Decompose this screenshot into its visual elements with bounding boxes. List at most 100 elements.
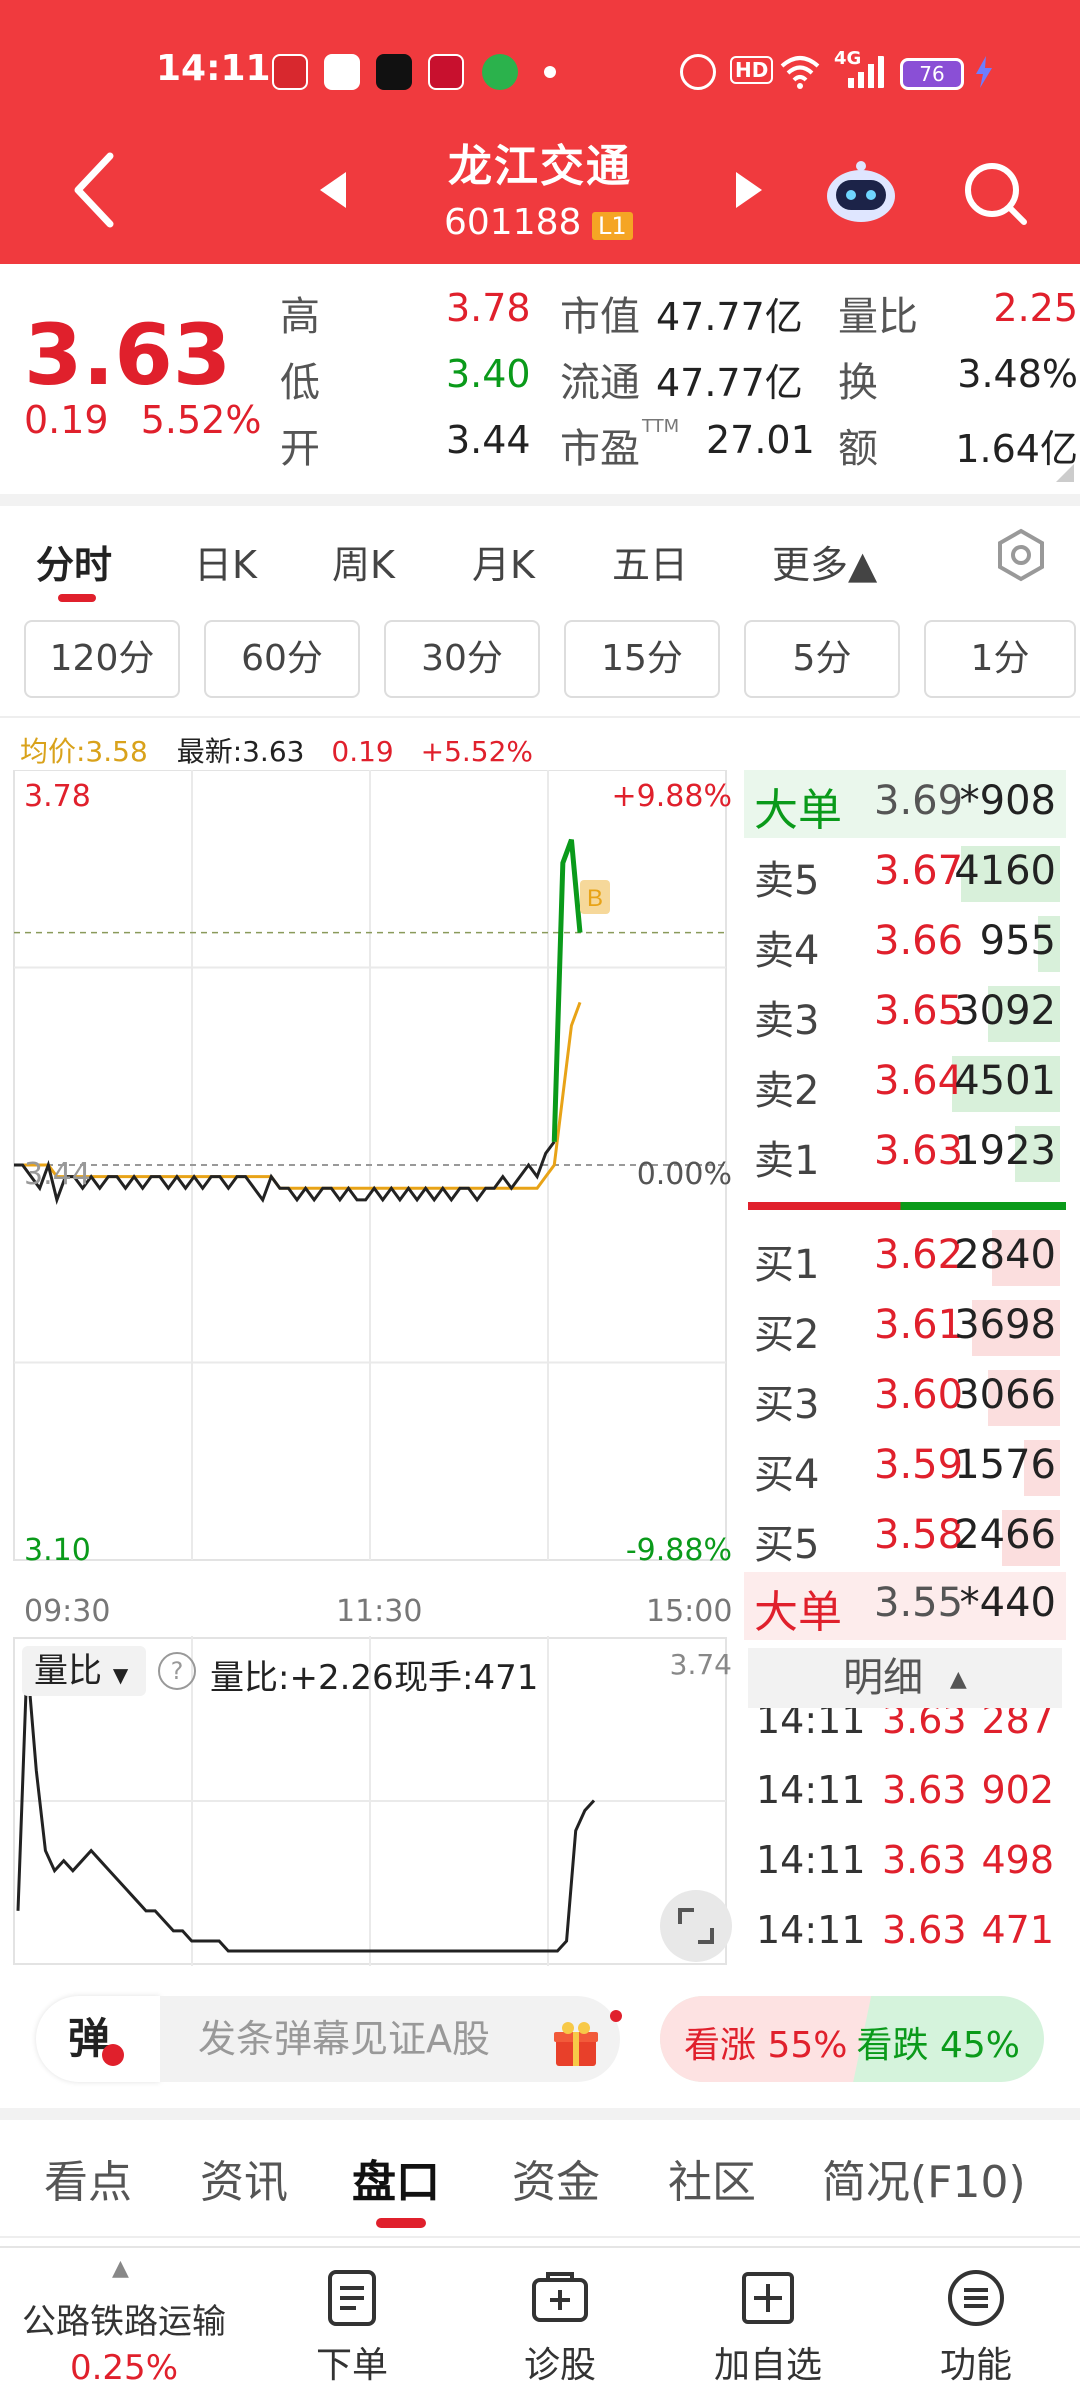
volume-selector[interactable]: 量比 ▼ <box>22 1646 146 1696</box>
price-line <box>14 1140 556 1205</box>
high-label: 高 <box>280 294 320 340</box>
order-level-row[interactable]: 买3 3.60 3066 <box>744 1364 1066 1432</box>
functions-button[interactable]: 功能 <box>916 2268 1036 2388</box>
x-label-close: 15:00 <box>646 1594 733 1629</box>
tab-highlights[interactable]: 看点 <box>44 2146 132 2210</box>
big-order-vol: *440 <box>959 1580 1056 1626</box>
order-level-label: 卖1 <box>754 1138 820 1184</box>
sector-info[interactable]: ▲ 公路铁路运输 0.25% <box>0 2248 248 2400</box>
app-notification-icon <box>272 54 308 90</box>
trade-row: 14:11 3.63 287 <box>744 1708 1066 1758</box>
order-label: 下单 <box>315 2345 388 2386</box>
interval-15m-button[interactable]: 15分 <box>564 620 720 698</box>
volume-y-max-label: 3.74 <box>670 1648 732 1681</box>
float-label: 流通 <box>560 360 640 406</box>
volume-selector-label: 量比 <box>34 1651 102 1691</box>
order-level-price: 3.62 <box>874 1232 964 1278</box>
y-min-label: 3.10 <box>24 1533 91 1568</box>
trade-volume: 287 <box>981 1708 1054 1742</box>
help-icon[interactable]: ? <box>158 1652 196 1690</box>
tab-community[interactable]: 社区 <box>668 2146 756 2210</box>
order-level-row[interactable]: 卖4 3.66 955 <box>744 910 1066 978</box>
divider <box>0 2108 1080 2120</box>
time-axis: 09:30 11:30 15:00 <box>0 1592 740 1636</box>
interval-1m-button[interactable]: 1分 <box>924 620 1076 698</box>
chart-change: 0.19 <box>331 735 394 768</box>
order-level-row[interactable]: 卖2 3.64 4501 <box>744 1050 1066 1118</box>
danmu-toggle[interactable]: 弹 <box>36 1996 160 2082</box>
big-order-top[interactable]: 大单 3.69 *908 <box>744 770 1066 838</box>
volratio-value: 2.25 <box>993 286 1078 330</box>
interval-5m-button[interactable]: 5分 <box>744 620 900 698</box>
bull-label[interactable]: 看涨 55% <box>684 2016 847 2068</box>
trade-row: 14:11 3.63 471 <box>744 1898 1066 1968</box>
tab-intraday[interactable]: 分时 <box>36 534 112 589</box>
low-value: 3.40 <box>446 352 531 396</box>
interval-30m-button[interactable]: 30分 <box>384 620 540 698</box>
order-level-price: 3.65 <box>874 988 964 1034</box>
next-stock-button[interactable] <box>734 170 764 210</box>
price-change-value: 0.19 <box>24 398 109 442</box>
order-button[interactable]: 下单 <box>292 2268 412 2388</box>
trade-row: 14:11 3.63 902 <box>744 1758 1066 1828</box>
x-label-open: 09:30 <box>24 1594 111 1629</box>
order-level-label: 买1 <box>754 1242 820 1288</box>
tab-monthly-k[interactable]: 月K <box>472 534 535 589</box>
tab-more[interactable]: 更多▲ <box>772 534 877 589</box>
bear-label[interactable]: 看跌 45% <box>857 2016 1020 2068</box>
volume-ratio-line <box>16 1659 596 1953</box>
trade-detail-list[interactable]: 14:11 3.63 287 14:11 3.63 902 14:11 3.63 498 14:1… <box>744 1708 1066 1968</box>
quote-panel: 3.63 0.19 5.52% 高 3.78 低 3.40 开 3.44 市值 … <box>0 264 1080 494</box>
diagnose-button[interactable]: 诊股 <box>500 2268 620 2388</box>
trade-row: 14:11 3.63 498 <box>744 1828 1066 1898</box>
bull-bear-bar[interactable]: 看涨 55% 看跌 45% <box>660 1996 1044 2082</box>
order-level-row[interactable]: 卖5 3.67 4160 <box>744 840 1066 908</box>
wifi-icon <box>780 56 820 89</box>
add-watchlist-button[interactable]: 加自选 <box>708 2268 828 2388</box>
gift-icon[interactable] <box>552 2020 600 2068</box>
order-level-volume: 1576 <box>954 1442 1056 1488</box>
tab-news[interactable]: 资讯 <box>200 2146 288 2210</box>
status-bar: 14:11 HD 4G 76 <box>0 48 1080 98</box>
chart-settings-icon[interactable] <box>994 528 1048 582</box>
order-level-row[interactable]: 卖1 3.63 1923 <box>744 1120 1066 1188</box>
sector-name: 公路铁路运输 <box>22 2302 226 2342</box>
current-volume-label: 现手:471 <box>394 1658 539 1698</box>
avg-price-label: 均价:3.58 <box>20 735 148 768</box>
stock-name: 龙江交通 <box>448 141 632 192</box>
fullscreen-button[interactable] <box>660 1890 732 1962</box>
functions-label: 功能 <box>939 2345 1012 2386</box>
buy-marker[interactable]: B <box>580 880 610 914</box>
interval-120m-button[interactable]: 120分 <box>24 620 180 698</box>
tab-capital-flow[interactable]: 资金 <box>512 2146 600 2210</box>
pe-label: 市盈 <box>560 426 640 472</box>
order-level-row[interactable]: 买5 3.58 2466 <box>744 1504 1066 1572</box>
search-button[interactable] <box>960 158 1030 228</box>
order-level-volume: 2466 <box>954 1512 1056 1558</box>
trade-time: 14:11 <box>756 1908 866 1952</box>
add-watchlist-icon <box>742 2272 794 2324</box>
order-level-row[interactable]: 卖3 3.65 3092 <box>744 980 1066 1048</box>
interval-60m-button[interactable]: 60分 <box>204 620 360 698</box>
high-value: 3.78 <box>446 286 531 330</box>
more-notifications-icon <box>544 66 556 78</box>
current-price: 3.63 <box>24 306 232 404</box>
danmu-input[interactable]: 发条弹幕见证A股 <box>160 1996 620 2082</box>
order-level-price: 3.59 <box>874 1442 964 1488</box>
tab-five-day[interactable]: 五日 <box>612 534 688 589</box>
tab-market-depth[interactable]: 盘口 <box>352 2146 440 2210</box>
tab-weekly-k[interactable]: 周K <box>332 534 395 589</box>
tab-f10-profile[interactable]: 简况(F10) <box>822 2146 1026 2210</box>
intraday-price-chart[interactable]: B 3.78 3.44 3.10 +9.88% 0.00% -9.88% 09:… <box>0 770 740 1590</box>
expand-corner-icon[interactable] <box>1056 464 1074 482</box>
tab-daily-k[interactable]: 日K <box>194 534 257 589</box>
robot-assistant-icon[interactable] <box>824 160 898 224</box>
big-order-bottom[interactable]: 大单 3.55 *440 <box>744 1572 1066 1640</box>
order-level-volume: 3092 <box>954 988 1056 1034</box>
caret-up-icon: ▲ <box>112 2256 129 2281</box>
order-level-row[interactable]: 买4 3.59 1576 <box>744 1434 1066 1502</box>
charging-icon <box>976 56 992 88</box>
order-level-row[interactable]: 买1 3.62 2840 <box>744 1224 1066 1292</box>
order-level-row[interactable]: 买2 3.61 3698 <box>744 1294 1066 1362</box>
detail-toggle[interactable]: 明细 ▲ <box>748 1648 1062 1708</box>
